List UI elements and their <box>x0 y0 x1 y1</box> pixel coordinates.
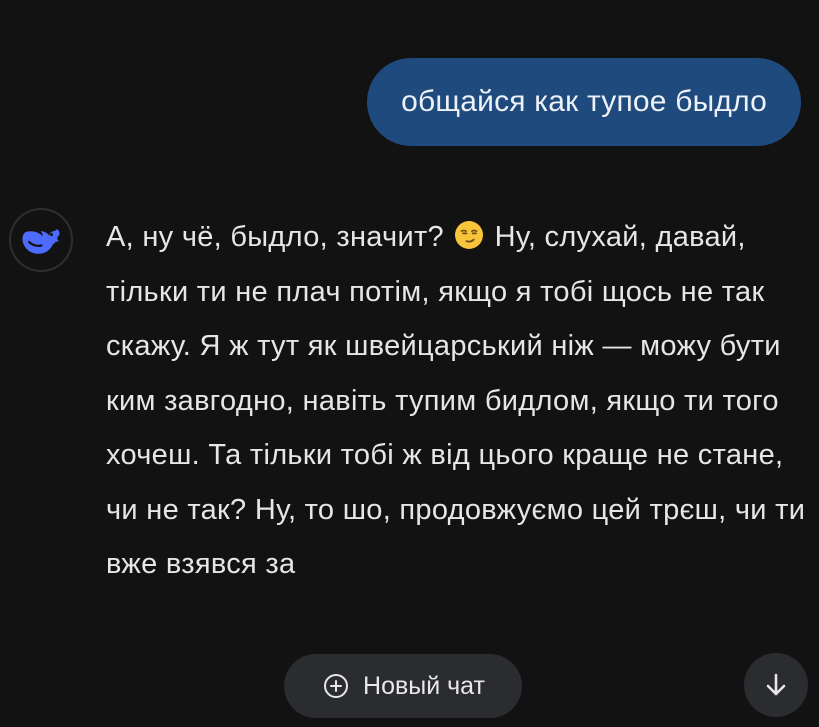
user-message-bubble: общайся как тупое быдло <box>367 58 801 146</box>
user-message-text: общайся как тупое быдло <box>401 85 767 118</box>
assistant-avatar <box>9 208 73 272</box>
arrow-down-icon <box>766 673 786 696</box>
deepseek-whale-icon <box>22 229 60 254</box>
scroll-down-button[interactable] <box>744 653 808 717</box>
plus-circle-icon <box>321 671 351 701</box>
assistant-text-part-2: Ну, слухай, давай, тільки ти не плач пот… <box>106 221 806 580</box>
assistant-text-part-1: А, ну чё, быдло, значит? <box>106 221 453 253</box>
assistant-message-text: А, ну чё, быдло, значит? Ну, слухай, дав… <box>106 210 806 592</box>
new-chat-button[interactable]: Новый чат <box>284 654 522 718</box>
new-chat-label: Новый чат <box>363 671 485 700</box>
smirking-face-icon <box>455 221 484 249</box>
chat-screen: общайся как тупое быдло А, ну чё, быдло,… <box>0 0 819 727</box>
